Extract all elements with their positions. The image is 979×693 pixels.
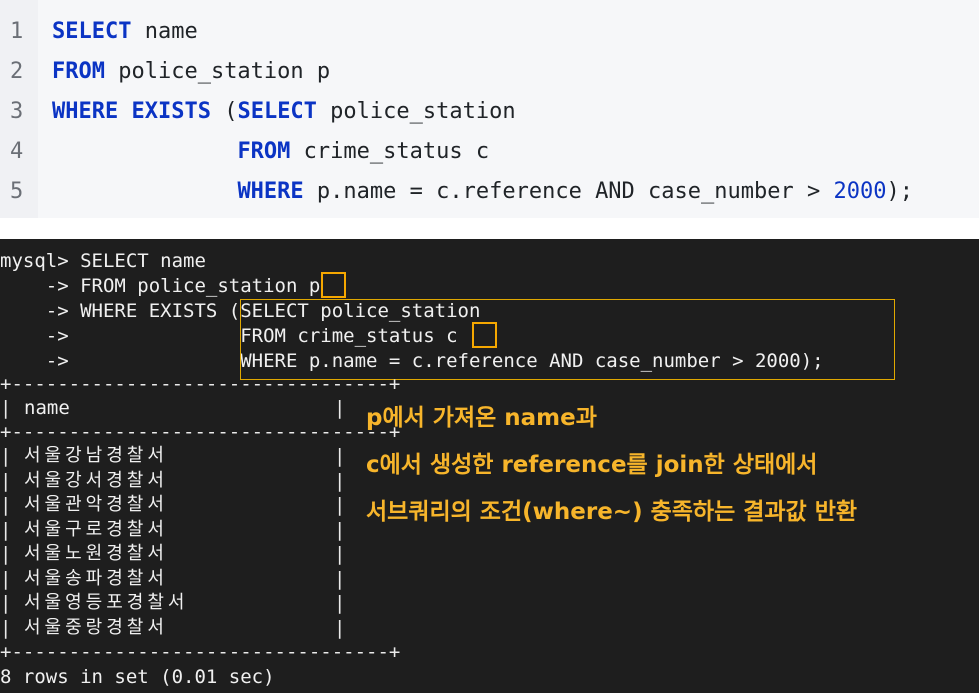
terminal-prompt-line: -> FROM police_station p xyxy=(0,275,321,297)
table-pipe-left: | xyxy=(0,543,12,565)
table-pipe-right: | xyxy=(334,567,346,590)
table-row: 서울강서경찰서 xyxy=(24,469,168,491)
sql-text: ( xyxy=(210,99,238,124)
code-line: 5 WHERE p.name = c.reference AND case_nu… xyxy=(0,172,979,212)
table-pipe-right: | xyxy=(334,469,346,492)
table-pipe-left: | xyxy=(0,567,12,590)
code-text: FROM crime_status c xyxy=(52,132,489,172)
sql-number: 2000 xyxy=(833,179,887,204)
table-pipe-left: | xyxy=(0,397,12,419)
code-editor[interactable]: 1 SELECT name 2 FROM police_station p 3 WHERE… xyxy=(0,0,979,218)
separator xyxy=(0,218,979,239)
table-pipe-right: | xyxy=(334,397,346,419)
highlight-box-subquery xyxy=(240,299,895,380)
table-pipe-right: | xyxy=(334,445,346,467)
table-row: 서울강남경찰서 xyxy=(24,445,168,466)
sql-keyword: WHERE EXISTS xyxy=(52,99,211,124)
table-row: 서울관악경찰서 xyxy=(24,494,168,515)
sql-text: name xyxy=(131,19,198,44)
code-text: FROM police_station p xyxy=(52,52,330,92)
highlight-box-alias-p xyxy=(321,272,346,298)
table-pipe-left: | xyxy=(0,592,12,614)
table-row: 서울영등포경찰서 xyxy=(24,592,189,613)
code-text: WHERE p.name = c.reference AND case_numb… xyxy=(52,172,913,212)
table-pipe-right: | xyxy=(334,518,346,541)
sql-keyword: SELECT xyxy=(52,19,132,44)
code-text: SELECT name xyxy=(52,12,198,52)
sql-keyword: WHERE xyxy=(237,179,304,204)
sql-text: police_station p xyxy=(104,59,331,84)
terminal-prompt-line: mysql> SELECT name xyxy=(0,250,206,272)
table-border-header: +---------------------------------+ xyxy=(0,421,401,443)
line-number: 3 xyxy=(10,99,24,124)
line-number: 2 xyxy=(10,59,24,84)
annotation-line: c에서 생성한 reference를 join한 상태에서 xyxy=(366,452,818,478)
line-number: 5 xyxy=(10,179,24,204)
table-pipe-left: | xyxy=(0,616,12,639)
table-pipe-left: | xyxy=(0,494,12,516)
code-line: 4 FROM crime_status c xyxy=(0,132,979,172)
sql-keyword: FROM xyxy=(237,139,291,164)
sql-text: crime_status c xyxy=(290,139,490,164)
sql-text: police_station xyxy=(316,99,516,124)
line-number: 4 xyxy=(10,139,24,164)
line-number: 1 xyxy=(10,19,24,44)
table-row: 서울송파경찰서 xyxy=(24,567,168,589)
sql-keyword: SELECT xyxy=(237,99,317,124)
annotation-line: p에서 가져온 name과 xyxy=(366,405,597,431)
table-row: 서울노원경찰서 xyxy=(24,543,168,564)
code-text: WHERE EXISTS (SELECT police_station xyxy=(52,92,516,132)
table-column-header: name xyxy=(24,397,70,419)
code-line: 1 SELECT name xyxy=(0,12,979,52)
table-border-top: +---------------------------------+ xyxy=(0,373,401,395)
table-pipe-right: | xyxy=(334,616,346,639)
table-pipe-right: | xyxy=(334,592,346,614)
sql-text: p.name = c.reference AND case_number > xyxy=(303,179,834,204)
table-pipe-left: | xyxy=(0,469,12,492)
mysql-terminal[interactable]: mysql> SELECT name -> FROM police_statio… xyxy=(0,239,979,693)
table-row: 서울중랑경찰서 xyxy=(24,616,168,638)
code-line: 2 FROM police_station p xyxy=(0,52,979,92)
table-pipe-right: | xyxy=(334,494,346,516)
table-row: 서울구로경찰서 xyxy=(24,518,168,540)
table-pipe-left: | xyxy=(0,518,12,541)
table-border-bottom: +---------------------------------+ xyxy=(0,641,401,663)
sql-text: ); xyxy=(886,179,913,204)
table-pipe-right: | xyxy=(334,543,346,565)
table-pipe-left: | xyxy=(0,445,12,467)
sql-keyword: FROM xyxy=(52,59,105,84)
annotation-line: 서브쿼리의 조건(where~) 충족하는 결과값 반환 xyxy=(366,499,858,525)
result-summary: 8 rows in set (0.01 sec) xyxy=(0,666,275,688)
code-line: 3 WHERE EXISTS (SELECT police_station xyxy=(0,92,979,132)
